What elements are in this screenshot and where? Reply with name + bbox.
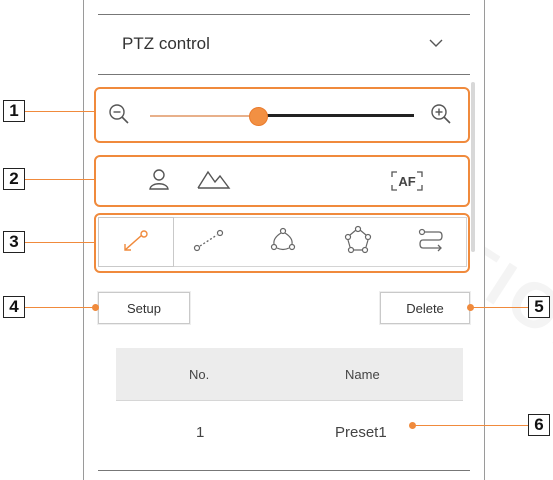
callout-5-leader	[470, 307, 528, 308]
af-icon[interactable]: AF	[390, 170, 424, 192]
zoom-slider-track[interactable]	[258, 114, 414, 117]
zoom-out-icon[interactable]	[108, 103, 130, 125]
af-label: AF	[398, 173, 416, 189]
column-header-no: No.	[189, 367, 210, 382]
delete-button[interactable]: Delete	[380, 292, 470, 324]
callout-5-dot	[467, 304, 474, 311]
scrollbar[interactable]	[471, 82, 475, 252]
callout-2: 2	[3, 168, 25, 190]
callout-5: 5	[528, 296, 550, 318]
group-icon[interactable]	[269, 226, 297, 254]
callout-4: 4	[3, 296, 25, 318]
preset-table-header	[116, 348, 463, 401]
preset-icon[interactable]	[121, 228, 151, 254]
chevron-down-icon[interactable]	[428, 38, 444, 48]
setup-button[interactable]: Setup	[98, 292, 190, 324]
callout-1: 1	[3, 100, 25, 122]
trace-icon[interactable]	[417, 228, 445, 252]
top-divider	[98, 14, 470, 15]
panel-title: PTZ control	[122, 34, 210, 53]
cell-no: 1	[196, 424, 205, 441]
callout-6: 6	[528, 414, 550, 436]
column-header-name: Name	[345, 367, 380, 382]
cell-name: Preset1	[335, 424, 387, 441]
callout-4-dot	[92, 304, 99, 311]
callout-6-dot	[409, 422, 416, 429]
zoom-in-icon[interactable]	[430, 103, 452, 125]
zoom-slider-track-fill[interactable]	[150, 115, 259, 117]
callout-1-leader	[25, 111, 94, 112]
callout-3-leader	[25, 242, 94, 243]
callout-6-leader	[413, 425, 528, 426]
header-divider	[98, 74, 470, 75]
person-icon[interactable]	[147, 167, 171, 191]
callout-4-leader	[25, 307, 95, 308]
bottom-divider	[98, 470, 470, 471]
mountain-icon[interactable]	[197, 167, 231, 191]
callout-3: 3	[3, 231, 25, 253]
swing-icon[interactable]	[193, 228, 225, 252]
callout-2-leader	[25, 179, 94, 180]
tour-icon[interactable]	[343, 225, 373, 255]
